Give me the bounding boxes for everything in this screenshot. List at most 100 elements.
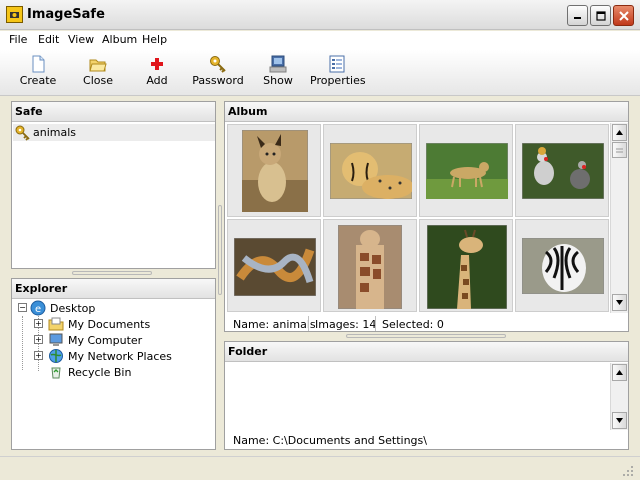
collapse-toggle[interactable]: − xyxy=(18,303,27,312)
album-header: Album xyxy=(225,102,628,122)
thumbnail-cheetah-grass[interactable] xyxy=(419,124,513,217)
horizontal-splitter-left[interactable] xyxy=(72,271,152,275)
safe-panel: Safe animals xyxy=(11,101,216,269)
scroll-thumb[interactable] xyxy=(612,142,627,158)
close-button[interactable]: Close xyxy=(80,54,116,87)
show-button[interactable]: Show xyxy=(262,54,294,87)
folder-scrollbar[interactable] xyxy=(610,363,628,430)
tree-node-my-computer[interactable]: My Computer xyxy=(48,332,142,348)
key-icon xyxy=(15,125,30,141)
plus-icon xyxy=(151,58,163,70)
new-document-icon xyxy=(32,55,45,73)
safe-item-animals[interactable]: animals xyxy=(13,124,215,141)
crowned-cranes-photo xyxy=(522,143,604,199)
scroll-up-button[interactable] xyxy=(612,364,627,381)
password-label: Password xyxy=(192,74,244,87)
menu-view[interactable]: View xyxy=(68,33,94,46)
thumbnail-giraffe-calf[interactable] xyxy=(323,219,417,312)
maximize-icon xyxy=(595,10,606,21)
thumbnail-caracal[interactable] xyxy=(227,124,321,217)
tree-label: My Network Places xyxy=(68,349,172,363)
menu-album[interactable]: Album xyxy=(102,33,137,46)
tree-node-my-documents[interactable]: My Documents xyxy=(48,316,150,332)
expand-toggle[interactable]: + xyxy=(34,351,43,360)
arrow-up-icon xyxy=(616,370,623,375)
arrow-down-icon xyxy=(616,300,623,305)
show-label: Show xyxy=(263,74,293,87)
close-window-button[interactable] xyxy=(613,5,634,26)
create-button[interactable]: Create xyxy=(18,54,58,87)
title-bar[interactable]: ImageSafe xyxy=(0,0,640,30)
vertical-splitter[interactable] xyxy=(218,205,222,295)
zebra-photo xyxy=(522,238,604,294)
open-folder-icon xyxy=(89,59,107,72)
tree-label: Recycle Bin xyxy=(68,365,132,379)
thumbnail-giraffe[interactable] xyxy=(419,219,513,312)
scroll-down-button[interactable] xyxy=(612,294,627,311)
tree-label: Desktop xyxy=(50,301,96,315)
safe-item-label: animals xyxy=(33,126,77,139)
thumbnail-cheetah[interactable] xyxy=(323,124,417,217)
album-scrollbar[interactable] xyxy=(610,123,628,313)
explorer-panel: Explorer − e Desktop + My Documents + My… xyxy=(11,278,216,450)
cheetah-grass-photo xyxy=(426,143,508,199)
status-separator xyxy=(375,316,376,331)
svg-text:e: e xyxy=(35,304,41,315)
album-panel: Album xyxy=(224,101,629,332)
scroll-up-button[interactable] xyxy=(612,124,627,141)
resize-grip-icon[interactable] xyxy=(622,465,634,477)
key-icon xyxy=(210,56,226,73)
recycle-bin-icon xyxy=(51,367,61,379)
giraffe-photo xyxy=(427,225,507,309)
caracal-photo xyxy=(242,130,308,212)
safe-header: Safe xyxy=(12,102,215,122)
expand-toggle[interactable]: + xyxy=(34,319,43,328)
horizontal-splitter-right[interactable] xyxy=(346,334,506,338)
scroll-down-button[interactable] xyxy=(612,412,627,429)
window-title: ImageSafe xyxy=(27,7,105,22)
thumbnail-zebra[interactable] xyxy=(515,219,609,312)
thumbnail-snake[interactable] xyxy=(227,219,321,312)
menu-file[interactable]: File xyxy=(9,33,27,46)
giraffe-calf-photo xyxy=(338,225,402,309)
tree-node-desktop[interactable]: e Desktop xyxy=(30,300,95,316)
cheetah-photo xyxy=(330,143,412,199)
toolbar: Create Close Add Password Show Propertie… xyxy=(0,50,640,96)
add-label: Add xyxy=(146,74,168,87)
thumbnail-crowned-cranes[interactable] xyxy=(515,124,609,217)
properties-label: Properties xyxy=(310,74,366,87)
properties-button[interactable]: Properties xyxy=(310,54,366,87)
folder-header: Folder xyxy=(225,342,628,362)
status-bar xyxy=(0,456,640,480)
properties-icon xyxy=(329,55,345,73)
computer-icon xyxy=(49,333,63,346)
tree-node-my-network-places[interactable]: My Network Places xyxy=(48,348,172,364)
menu-help[interactable]: Help xyxy=(142,33,167,46)
arrow-down-icon xyxy=(616,418,623,423)
tree-node-recycle-bin[interactable]: Recycle Bin xyxy=(48,364,131,380)
add-button[interactable]: Add xyxy=(142,54,172,87)
status-separator xyxy=(308,316,309,331)
tree-label: My Documents xyxy=(68,317,151,331)
password-button[interactable]: Password xyxy=(192,54,244,87)
app-icon xyxy=(6,6,23,23)
album-status-name: Name: animals xyxy=(233,318,316,331)
my-documents-icon xyxy=(48,317,64,331)
minimize-button[interactable] xyxy=(567,5,588,26)
slideshow-icon xyxy=(269,55,287,73)
expand-toggle[interactable]: + xyxy=(34,335,43,344)
menu-edit[interactable]: Edit xyxy=(38,33,59,46)
maximize-button[interactable] xyxy=(590,5,611,26)
menu-bar: File Edit View Album Help xyxy=(0,31,640,50)
minimize-icon xyxy=(574,17,581,19)
folder-panel: Folder Name: C:\Documents and Settings\ xyxy=(224,341,629,450)
desktop-icon: e xyxy=(30,300,46,316)
snake-photo xyxy=(234,238,316,296)
tree-label: My Computer xyxy=(68,333,143,347)
arrow-up-icon xyxy=(616,130,623,135)
close-icon xyxy=(618,10,629,21)
tree-line xyxy=(22,316,23,370)
explorer-header: Explorer xyxy=(12,279,215,299)
create-label: Create xyxy=(19,74,57,87)
album-status-images: Images: 14 xyxy=(315,318,377,331)
